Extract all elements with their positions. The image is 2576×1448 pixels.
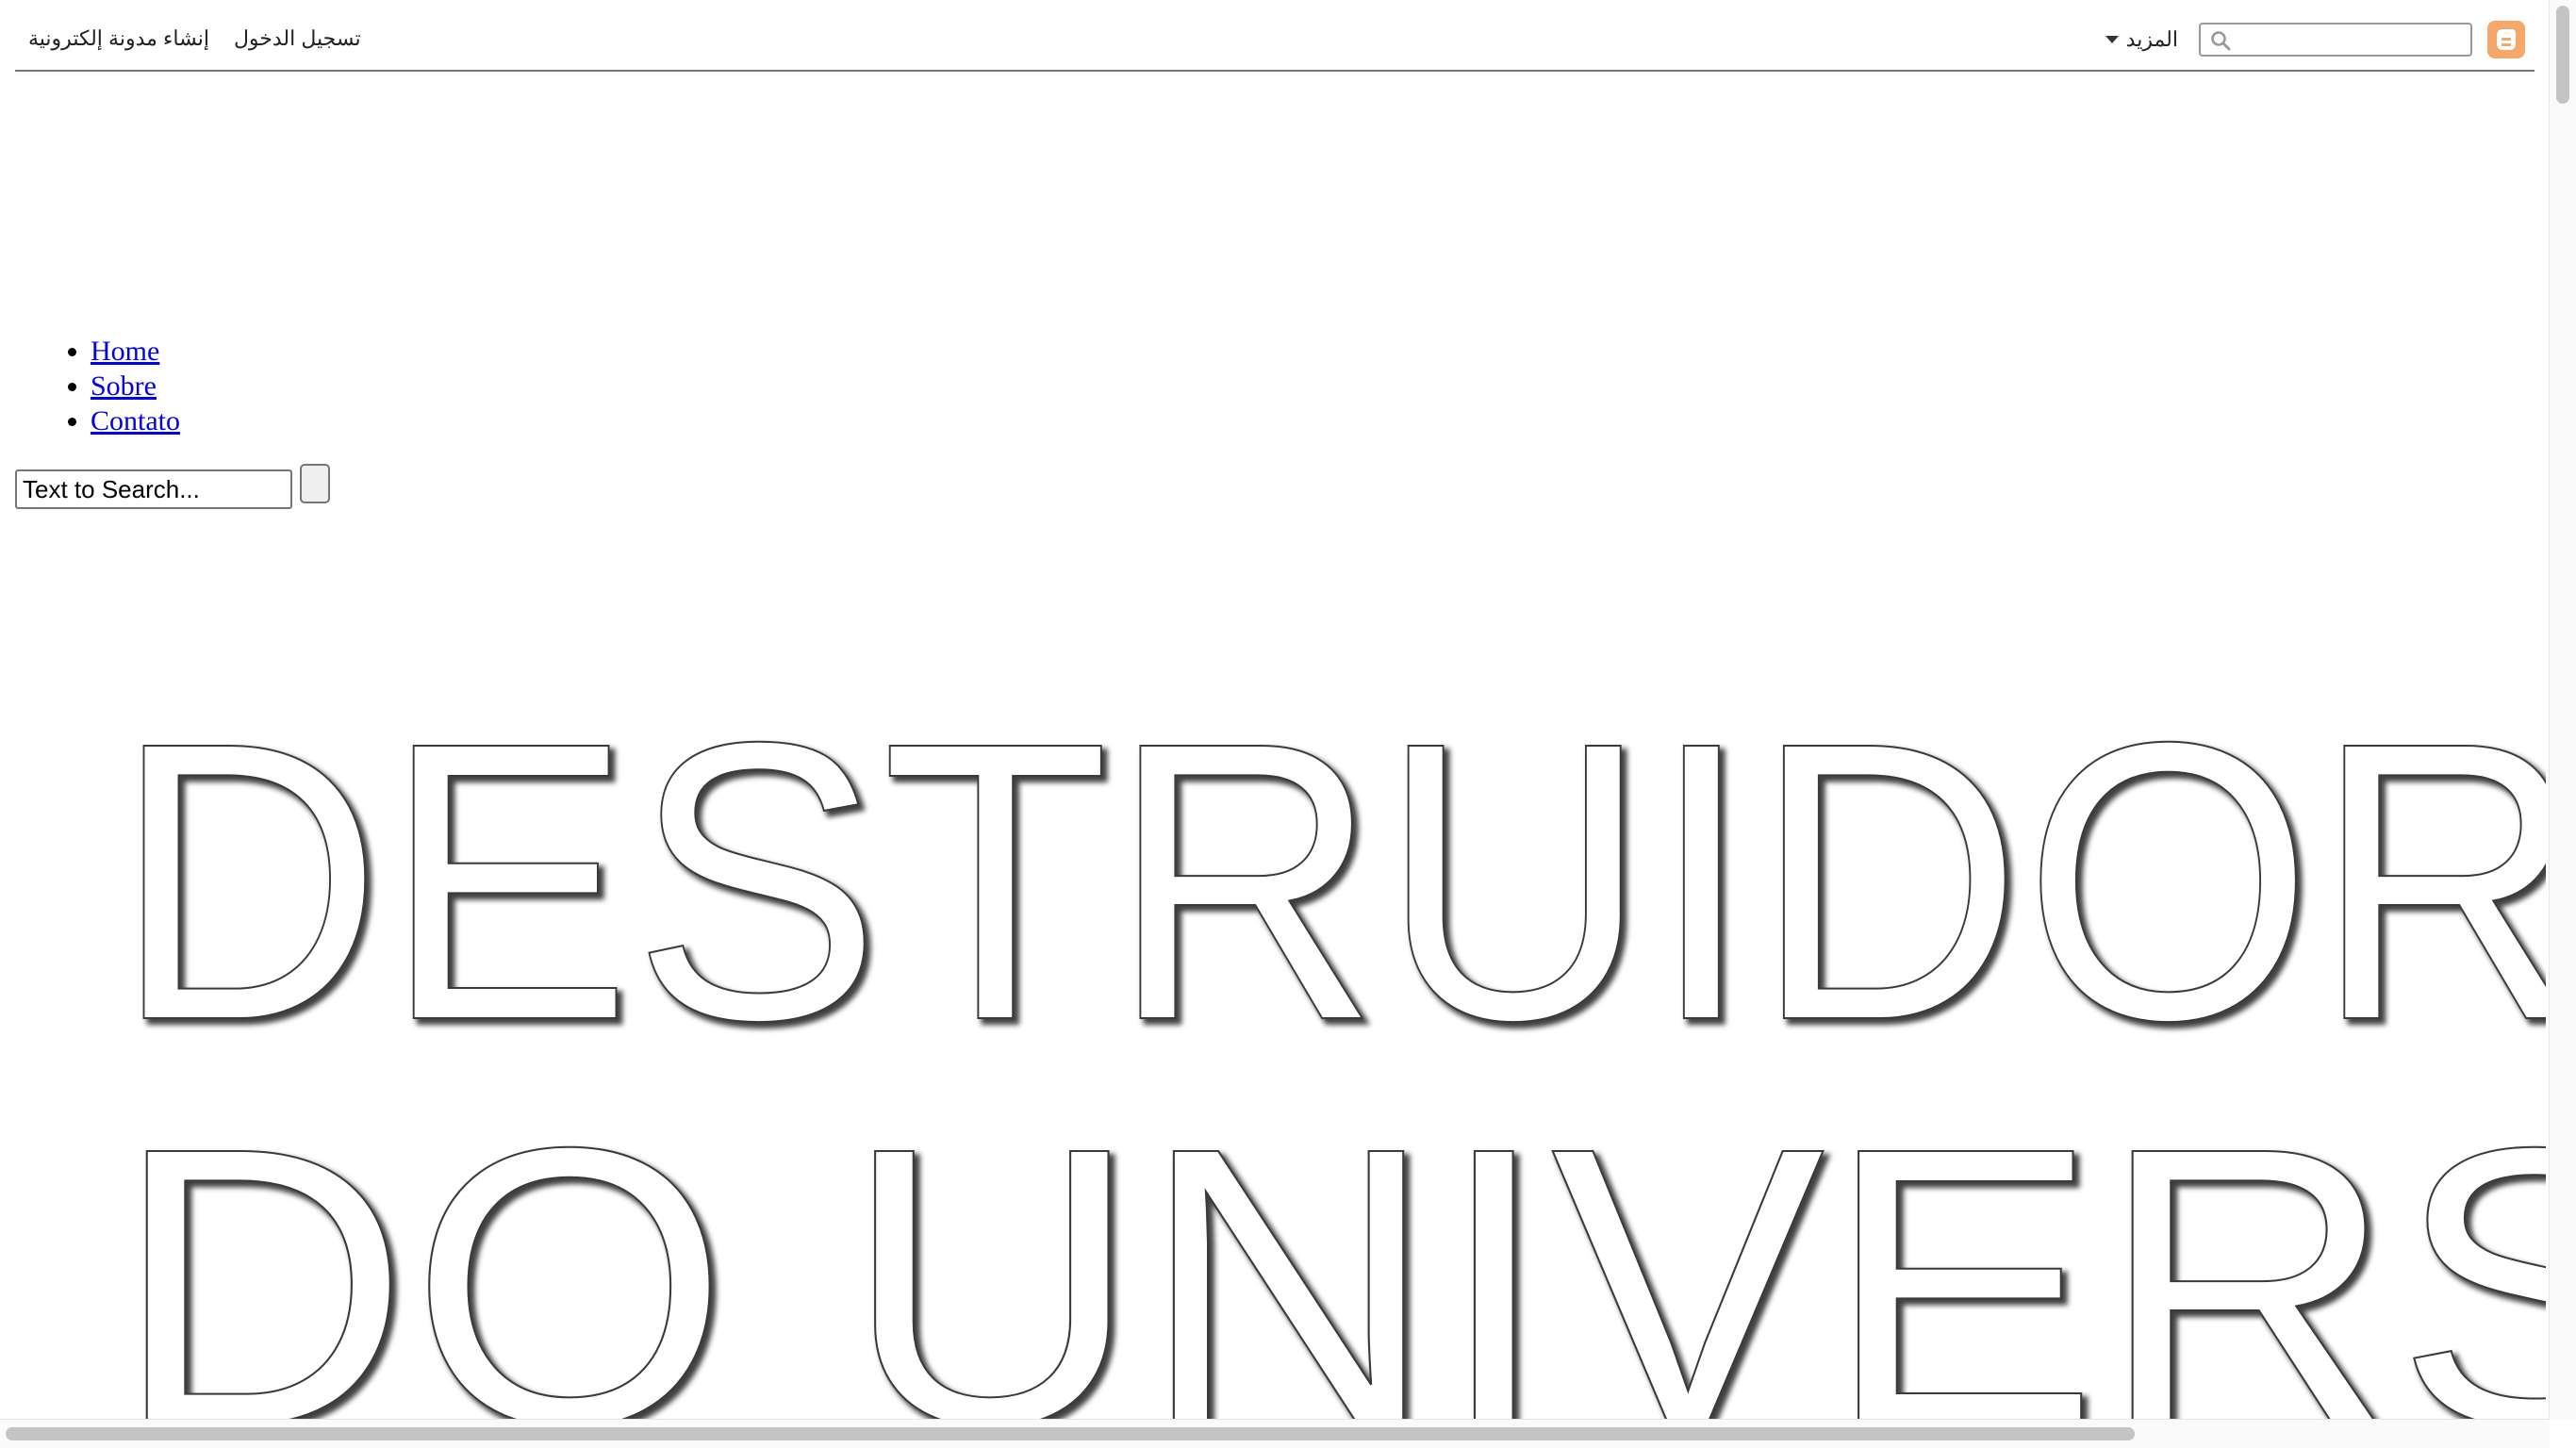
login-link[interactable]: تسجيل الدخول <box>234 26 361 51</box>
horizontal-scrollbar-thumb[interactable] <box>6 1427 2135 1440</box>
create-blog-link[interactable]: إنشاء مدونة إلكترونية <box>28 26 209 51</box>
navbar-account-links: تسجيل الدخول إنشاء مدونة إلكترونية <box>28 26 361 51</box>
blog-search-input[interactable] <box>15 469 292 509</box>
more-menu-label: المزيد <box>2125 27 2178 51</box>
blog-header-image: DESTRUIDOR DESTRUIDOR DO UNIVERSO DO UNI… <box>0 575 2546 1423</box>
navbar-search-input[interactable] <box>2238 25 2469 55</box>
menu-item-contato: Contato <box>91 403 180 438</box>
menu-link-home[interactable]: Home <box>91 336 159 367</box>
navbar-tools: المزيد <box>2105 21 2525 58</box>
vertical-scrollbar[interactable] <box>2549 0 2576 1420</box>
navbar-search-box <box>2199 23 2472 57</box>
vertical-scrollbar-thumb[interactable] <box>2556 6 2569 104</box>
blogger-logo-icon[interactable] <box>2487 21 2525 58</box>
horizontal-scrollbar[interactable] <box>0 1419 2550 1448</box>
caret-down-icon <box>2105 36 2119 43</box>
blog-search-form <box>15 464 330 509</box>
search-icon <box>2211 31 2231 51</box>
search-submit-button[interactable] <box>300 464 330 503</box>
header-title-line2-outline: DO UNIVERSO <box>113 1066 2546 1423</box>
more-menu-button[interactable]: المزيد <box>2105 27 2178 52</box>
header-title-line1-outline: DESTRUIDOR <box>113 661 2546 1103</box>
menu-link-sobre[interactable]: Sobre <box>91 370 157 402</box>
blogger-navbar: تسجيل الدخول إنشاء مدونة إلكترونية المزي… <box>15 0 2535 72</box>
page-menu: Home Sobre Contato <box>53 334 180 438</box>
menu-item-home: Home <box>91 334 180 369</box>
header-title-art: DESTRUIDOR DESTRUIDOR DO UNIVERSO DO UNI… <box>111 659 2546 1423</box>
menu-item-sobre: Sobre <box>91 369 180 403</box>
blog-page: تسجيل الدخول إنشاء مدونة إلكترونية المزي… <box>0 0 2576 1448</box>
menu-link-contato[interactable]: Contato <box>91 405 180 436</box>
